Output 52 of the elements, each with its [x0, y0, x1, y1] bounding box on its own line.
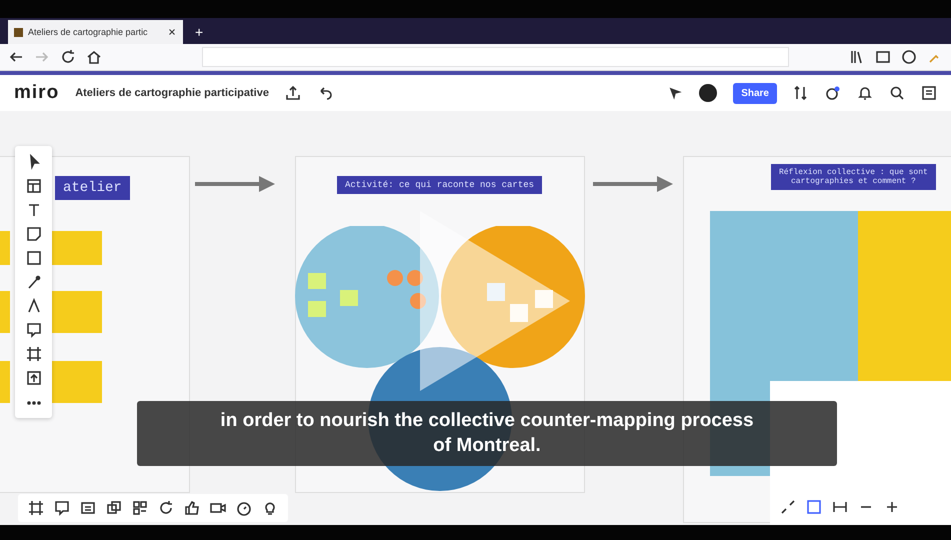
cursor-icon[interactable] [667, 85, 684, 101]
sticky-note [0, 291, 10, 333]
user-avatar[interactable] [699, 84, 718, 102]
export-icon[interactable] [284, 85, 301, 101]
home-icon[interactable] [86, 49, 102, 65]
windows-icon[interactable] [106, 500, 122, 516]
sticky-note [52, 291, 102, 333]
search-icon[interactable] [889, 85, 905, 101]
timer-icon[interactable] [236, 500, 252, 516]
video-subtitle: in order to nourish the collective counter-mapping process of Montreal. [137, 401, 837, 466]
refresh-icon[interactable] [158, 500, 174, 516]
sticky-note-icon[interactable] [26, 226, 42, 242]
fit-screen-icon[interactable] [780, 499, 796, 515]
thumbs-up-icon[interactable] [184, 500, 200, 516]
upload-icon[interactable] [26, 370, 42, 386]
pen-icon[interactable] [26, 274, 42, 290]
reload-icon[interactable] [60, 49, 76, 65]
sticky-note [52, 231, 102, 265]
sticky-note [52, 361, 102, 403]
sort-icon[interactable] [793, 85, 809, 101]
help-icon[interactable] [825, 85, 841, 101]
grid-icon[interactable] [132, 500, 148, 516]
card-icon[interactable] [80, 500, 96, 516]
sticky-note [0, 231, 10, 265]
frame-title: Réflexion collective : que sont cartographies et comment ? [771, 164, 936, 190]
template-icon[interactable] [26, 178, 42, 194]
map-icon[interactable] [806, 499, 822, 515]
comment-icon[interactable] [26, 322, 42, 338]
sticky-note [0, 361, 10, 403]
shape-icon[interactable] [26, 250, 42, 266]
favicon-icon [14, 28, 23, 36]
bell-icon[interactable] [857, 85, 873, 101]
browser-tab[interactable]: Ateliers de cartographie partic [8, 20, 183, 44]
share-button[interactable]: Share [733, 82, 777, 104]
video-icon[interactable] [210, 500, 226, 516]
app-logo[interactable]: miro [14, 82, 60, 104]
frame-title: atelier [55, 176, 130, 200]
new-tab-button[interactable]: + [189, 24, 210, 44]
address-field[interactable] [202, 47, 789, 67]
reader-icon[interactable] [875, 49, 891, 65]
notes-icon[interactable] [921, 85, 937, 101]
zoom-in-icon[interactable] [884, 499, 900, 515]
frame-title: Activité: ce qui raconte nos cartes [337, 176, 542, 194]
frame-icon[interactable] [28, 500, 44, 516]
frame-icon[interactable] [26, 346, 42, 362]
account-icon[interactable] [901, 49, 917, 65]
library-icon[interactable] [849, 49, 865, 65]
board-title[interactable]: Ateliers de cartographie participative [75, 87, 269, 99]
fit-width-icon[interactable] [832, 499, 848, 515]
pen-tool-icon[interactable] [26, 298, 42, 314]
lightbulb-icon[interactable] [262, 500, 278, 516]
comment-icon[interactable] [54, 500, 70, 516]
